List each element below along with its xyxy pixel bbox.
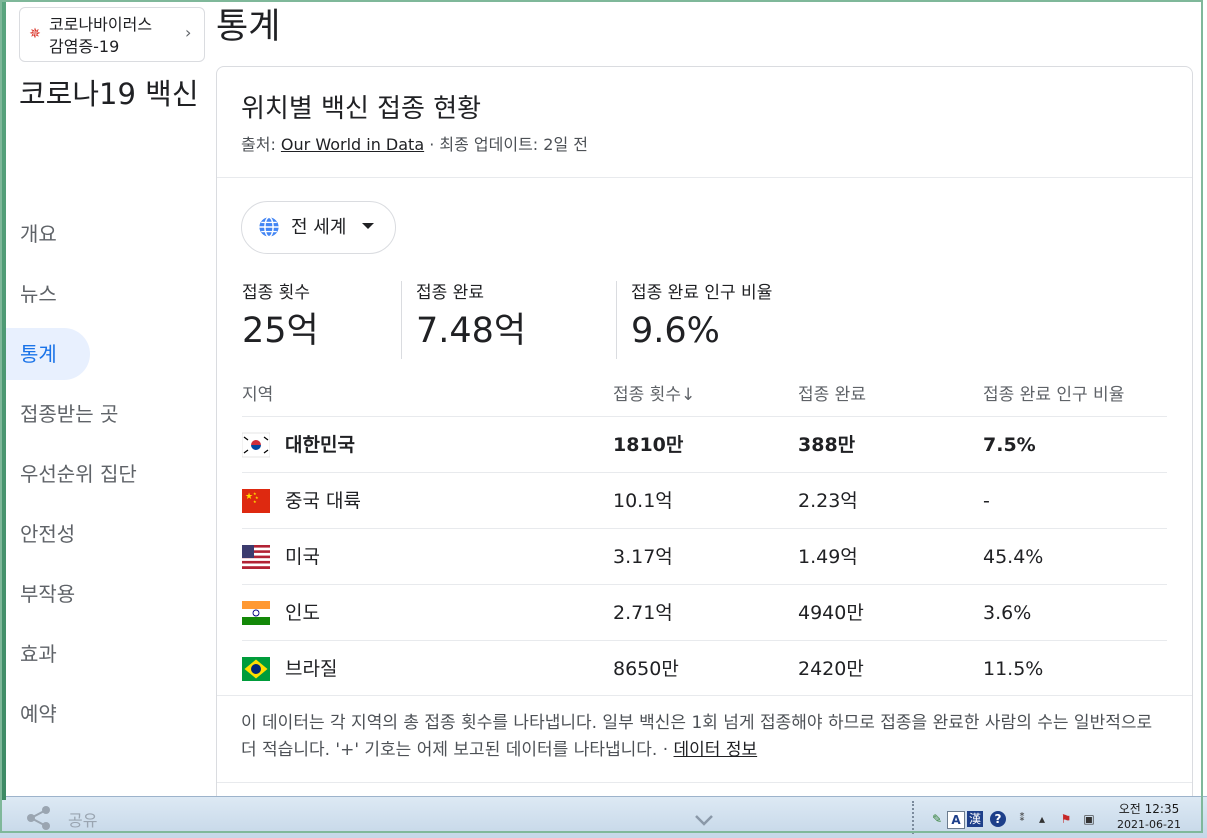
- topic-line1: 코로나바이러스: [49, 15, 153, 34]
- column-header-doses[interactable]: 접종 횟수↓: [613, 383, 695, 407]
- stat-fully-vaccinated: 접종 완료 7.48억: [416, 281, 526, 361]
- share-icon[interactable]: [24, 805, 54, 831]
- table-row[interactable]: 인도 2.71억 4940만 3.6%: [242, 584, 1167, 641]
- data-info-link[interactable]: 데이터 정보: [674, 740, 758, 760]
- sidebar-item-where-to-get[interactable]: 접종받는 곳: [0, 388, 118, 440]
- page-title: 통계: [216, 7, 281, 47]
- region-dropdown[interactable]: 전 세계: [241, 201, 396, 254]
- doses-value: 10.1억: [613, 490, 673, 512]
- sidebar-item-statistics[interactable]: 통계: [0, 328, 90, 380]
- region-name: 대한민국: [285, 434, 355, 456]
- doses-value: 8650만: [613, 658, 679, 680]
- complete-value: 388만: [798, 434, 856, 456]
- column-header-region[interactable]: 지역: [242, 383, 273, 407]
- stat-label: 접종 완료 인구 비율: [631, 283, 773, 303]
- clock-date[interactable]: 2021-06-21: [1112, 818, 1186, 831]
- caret-down-icon: [362, 223, 374, 229]
- doses-value: 1810만: [613, 434, 684, 456]
- sidebar-item-safety[interactable]: 안전성: [0, 508, 75, 560]
- topic-line2: 감염증-19: [49, 37, 120, 56]
- share-label[interactable]: 공유: [68, 807, 97, 831]
- complete-value: 2.23억: [798, 490, 858, 512]
- topic-chip[interactable]: ✵ 코로나바이러스 감염증-19 ›: [19, 7, 205, 62]
- doses-value: 2.71억: [613, 602, 673, 624]
- sidebar-item-overview[interactable]: 개요: [0, 208, 57, 260]
- india-flag-icon: [242, 601, 270, 625]
- brazil-flag-icon: [242, 657, 270, 681]
- stat-divider: [401, 281, 402, 359]
- taskbar: 공유 ✎ A 漢 ? ⁑ ▴ ⚑ ▣ 오전 12:35 2021-06-21: [0, 796, 1207, 838]
- china-flag-icon: ★ ★ ★ ★: [242, 489, 270, 513]
- ratio-value: 45.4%: [983, 546, 1044, 568]
- region-name: 브라질: [285, 658, 338, 680]
- usa-flag-icon: [242, 545, 270, 569]
- stat-vaccinated-ratio: 접종 완료 인구 비율 9.6%: [631, 281, 772, 361]
- ratio-value: 3.6%: [983, 602, 1032, 624]
- table-row[interactable]: 미국 3.17억 1.49억 45.4%: [242, 528, 1167, 585]
- stat-label: 접종 완료: [416, 283, 484, 303]
- chevron-down-icon[interactable]: [694, 813, 714, 827]
- window-edge: [0, 0, 6, 800]
- ratio-value: -: [983, 490, 990, 512]
- action-center-flag-icon[interactable]: ⚑: [1058, 811, 1074, 827]
- data-footnote: 이 데이터는 각 지역의 총 접종 횟수를 나타냅니다. 일부 백신은 1회 넘…: [241, 710, 1171, 764]
- table-row[interactable]: 대한민국 1810만 388만 7.5%: [242, 416, 1167, 473]
- doses-value: 3.17억: [613, 546, 673, 568]
- tray-options-icon[interactable]: ⁑: [1014, 811, 1030, 827]
- clock-time[interactable]: 오전 12:35: [1118, 800, 1180, 817]
- region-name: 인도: [285, 602, 320, 624]
- table-row[interactable]: 브라질 8650만 2420만 11.5%: [242, 640, 1167, 697]
- region-name: 미국: [285, 546, 320, 568]
- source-link[interactable]: Our World in Data: [281, 135, 424, 154]
- source-updated: · 최종 업데이트: 2일 전: [424, 135, 588, 154]
- network-icon[interactable]: ▣: [1081, 811, 1097, 827]
- divider: [217, 177, 1192, 178]
- south-korea-flag-icon: [242, 432, 270, 458]
- stat-value: 25억: [242, 311, 319, 351]
- column-header-ratio[interactable]: 접종 완료 인구 비율: [983, 383, 1124, 407]
- divider: [217, 782, 1192, 783]
- complete-value: 4940만: [798, 602, 864, 624]
- show-hidden-icons-icon[interactable]: ▴: [1034, 811, 1050, 827]
- stat-divider: [616, 281, 617, 359]
- help-icon[interactable]: ?: [990, 811, 1006, 827]
- sidebar-title: 코로나19 백신: [19, 77, 199, 111]
- card-source: 출처: Our World in Data · 최종 업데이트: 2일 전: [241, 134, 588, 156]
- sidebar-item-booking[interactable]: 예약: [0, 688, 57, 740]
- ratio-value: 7.5%: [983, 434, 1036, 456]
- sidebar-item-news[interactable]: 뉴스: [0, 268, 57, 320]
- ratio-value: 11.5%: [983, 658, 1044, 680]
- ime-mode-icon[interactable]: A: [947, 811, 965, 829]
- virus-icon: ✵: [29, 26, 41, 42]
- region-name: 중국 대륙: [285, 490, 361, 512]
- complete-value: 2420만: [798, 658, 864, 680]
- table-header: 지역 접종 횟수↓ 접종 완료 접종 완료 인구 비율: [242, 383, 1167, 417]
- sidebar-item-side-effects[interactable]: 부작용: [0, 568, 75, 620]
- region-dropdown-label: 전 세계: [291, 217, 347, 238]
- svg-text:★: ★: [245, 492, 253, 502]
- topic-chip-label: 코로나바이러스 감염증-19: [49, 14, 152, 58]
- table-row[interactable]: ★ ★ ★ ★ 중국 대륙 10.1억 2.23억 -: [242, 472, 1167, 529]
- stat-doses: 접종 횟수 25억: [242, 281, 319, 361]
- complete-value: 1.49억: [798, 546, 858, 568]
- hanja-icon[interactable]: 漢: [967, 811, 983, 827]
- svg-text:★: ★: [253, 499, 257, 504]
- stat-label: 접종 횟수: [242, 283, 310, 303]
- vaccination-card: 위치별 백신 접종 현황 출처: Our World in Data · 최종 …: [216, 66, 1193, 806]
- globe-icon: [259, 216, 279, 238]
- sidebar-item-efficacy[interactable]: 효과: [0, 628, 57, 680]
- divider: [217, 695, 1192, 696]
- tray-separator: [912, 801, 922, 834]
- stat-value: 9.6%: [631, 311, 720, 351]
- chevron-right-icon: ›: [185, 23, 192, 42]
- stat-value: 7.48억: [416, 311, 527, 351]
- card-title: 위치별 백신 접종 현황: [241, 94, 482, 124]
- sidebar-item-priority-groups[interactable]: 우선순위 집단: [0, 448, 137, 500]
- source-prefix: 출처:: [241, 135, 281, 154]
- column-header-complete[interactable]: 접종 완료: [798, 383, 866, 407]
- ime-settings-icon[interactable]: ✎: [929, 811, 945, 827]
